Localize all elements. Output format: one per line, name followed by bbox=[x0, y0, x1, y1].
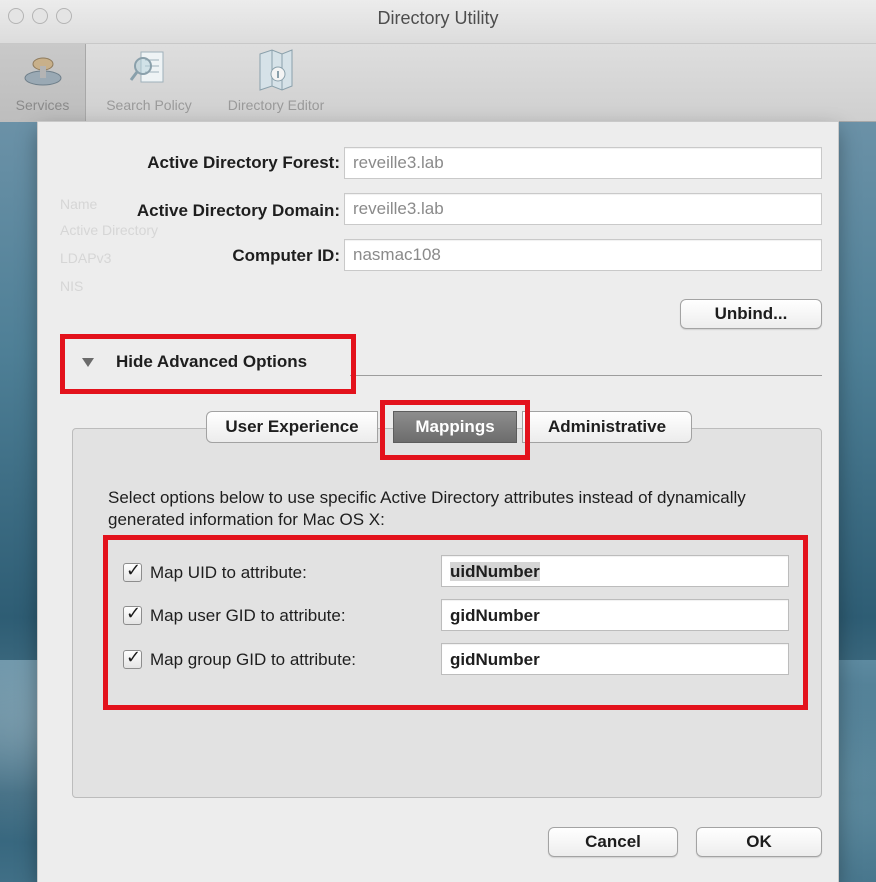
separator bbox=[350, 375, 822, 376]
ok-button[interactable]: OK bbox=[696, 827, 822, 857]
toolbar-services-label: Services bbox=[15, 97, 70, 113]
directory-editor-icon bbox=[259, 49, 293, 91]
cancel-button[interactable]: Cancel bbox=[548, 827, 678, 857]
domain-label: Active Directory Domain: bbox=[136, 201, 340, 220]
tab-administrative[interactable]: Administrative bbox=[522, 411, 692, 443]
toolbar-search-policy[interactable]: Search Policy bbox=[96, 44, 202, 122]
background-list-item: NIS bbox=[60, 278, 84, 294]
mappings-description: Select options below to use specific Act… bbox=[108, 488, 746, 529]
search-policy-icon bbox=[129, 51, 164, 83]
window-title: Directory Utility bbox=[377, 8, 499, 28]
computer-id-label: Computer ID: bbox=[232, 246, 340, 265]
domain-field[interactable]: reveille3.lab bbox=[344, 193, 822, 225]
toolbar: Services Search Policy Directory Editor bbox=[0, 44, 876, 122]
background-list-item: Active Directory bbox=[60, 222, 159, 238]
services-icon bbox=[24, 57, 61, 86]
toolbar-directory-editor[interactable]: Directory Editor bbox=[210, 44, 342, 122]
highlight-box-advanced bbox=[60, 334, 356, 394]
forest-field[interactable]: reveille3.lab bbox=[344, 147, 822, 179]
highlight-box-mappings-tab bbox=[380, 400, 530, 460]
unbind-button[interactable]: Unbind... bbox=[680, 299, 822, 329]
toolbar-search-policy-label: Search Policy bbox=[106, 97, 192, 113]
toolbar-directory-editor-label: Directory Editor bbox=[227, 97, 325, 113]
tab-user-experience[interactable]: User Experience bbox=[206, 411, 378, 443]
computer-id-field[interactable]: nasmac108 bbox=[344, 239, 822, 271]
directory-utility-window: Directory Utility Services Search Policy bbox=[0, 0, 876, 882]
title-bar: Directory Utility bbox=[0, 0, 876, 44]
toolbar-services[interactable]: Services bbox=[0, 44, 86, 122]
highlight-box-mappings bbox=[103, 535, 808, 710]
forest-label: Active Directory Forest: bbox=[147, 153, 340, 172]
